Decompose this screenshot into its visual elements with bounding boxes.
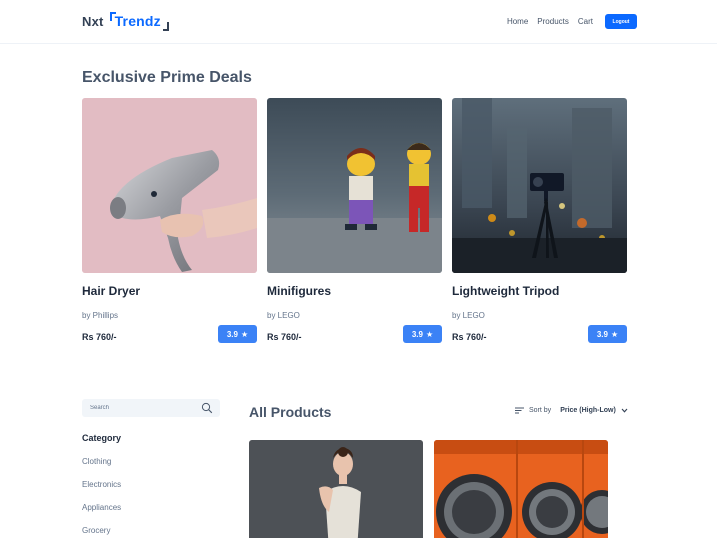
prime-product-card[interactable]: Hair Dryer by Phillips Rs 760/- 3.9 ★ — [82, 98, 257, 343]
brand-logo[interactable]: Nxt Trendz — [82, 10, 169, 32]
prime-product-card[interactable]: Lightweight Tripod by LEGO Rs 760/- 3.9 … — [452, 98, 627, 343]
product-price: Rs 760/- — [82, 332, 117, 342]
product-name: Lightweight Tripod — [452, 284, 560, 298]
search-input[interactable] — [90, 401, 190, 415]
product-image-hair-dryer[interactable] — [82, 98, 257, 273]
nav-home[interactable]: Home — [507, 17, 528, 26]
nav-links: Home Products Cart — [507, 17, 593, 26]
product-price: Rs 760/- — [452, 332, 487, 342]
product-image-minifigures[interactable] — [267, 98, 442, 273]
product-image-gown[interactable] — [249, 440, 423, 538]
sort-select[interactable]: Price (High-Low) — [560, 407, 616, 414]
product-name: Hair Dryer — [82, 284, 141, 298]
search-icon[interactable] — [201, 402, 213, 414]
rating-badge: 3.9 ★ — [403, 325, 442, 343]
logo-nxt: Nxt — [82, 13, 104, 29]
category-item-grocery[interactable]: Grocery — [82, 526, 110, 535]
category-item-electronics[interactable]: Electronics — [82, 480, 121, 489]
rating-badge: 3.9 ★ — [588, 325, 627, 343]
star-icon: ★ — [240, 329, 249, 339]
logout-button[interactable]: Logout — [605, 14, 637, 29]
prime-product-card[interactable]: Minifigures by LEGO Rs 760/- 3.9 ★ — [267, 98, 442, 343]
sort-icon — [515, 407, 524, 414]
nav-products[interactable]: Products — [537, 17, 569, 26]
prime-deals-title: Exclusive Prime Deals — [82, 69, 252, 86]
logo-trendz: Trendz — [109, 12, 169, 31]
category-item-clothing[interactable]: Clothing — [82, 457, 111, 466]
product-brand: by LEGO — [267, 311, 300, 320]
product-name: Minifigures — [267, 284, 332, 298]
navbar: Nxt Trendz Home Products Cart Logout — [0, 0, 717, 44]
product-image-tripod[interactable] — [452, 98, 627, 273]
search-bar — [82, 399, 220, 417]
product-image-washing-machines[interactable] — [434, 440, 608, 538]
star-icon: ★ — [610, 329, 619, 339]
sort-label: Sort by — [529, 407, 552, 414]
product-brand: by Phillips — [82, 311, 119, 320]
rating-badge: 3.9 ★ — [218, 325, 257, 343]
category-item-appliances[interactable]: Appliances — [82, 503, 121, 512]
nav-cart[interactable]: Cart — [578, 17, 593, 26]
product-brand: by LEGO — [452, 311, 485, 320]
star-icon: ★ — [425, 329, 434, 339]
chevron-down-icon[interactable] — [621, 408, 628, 413]
sort-control: Sort by Price (High-Low) — [515, 407, 628, 414]
product-price: Rs 760/- — [267, 332, 302, 342]
category-heading: Category — [82, 433, 122, 443]
all-products-title: All Products — [249, 404, 332, 420]
